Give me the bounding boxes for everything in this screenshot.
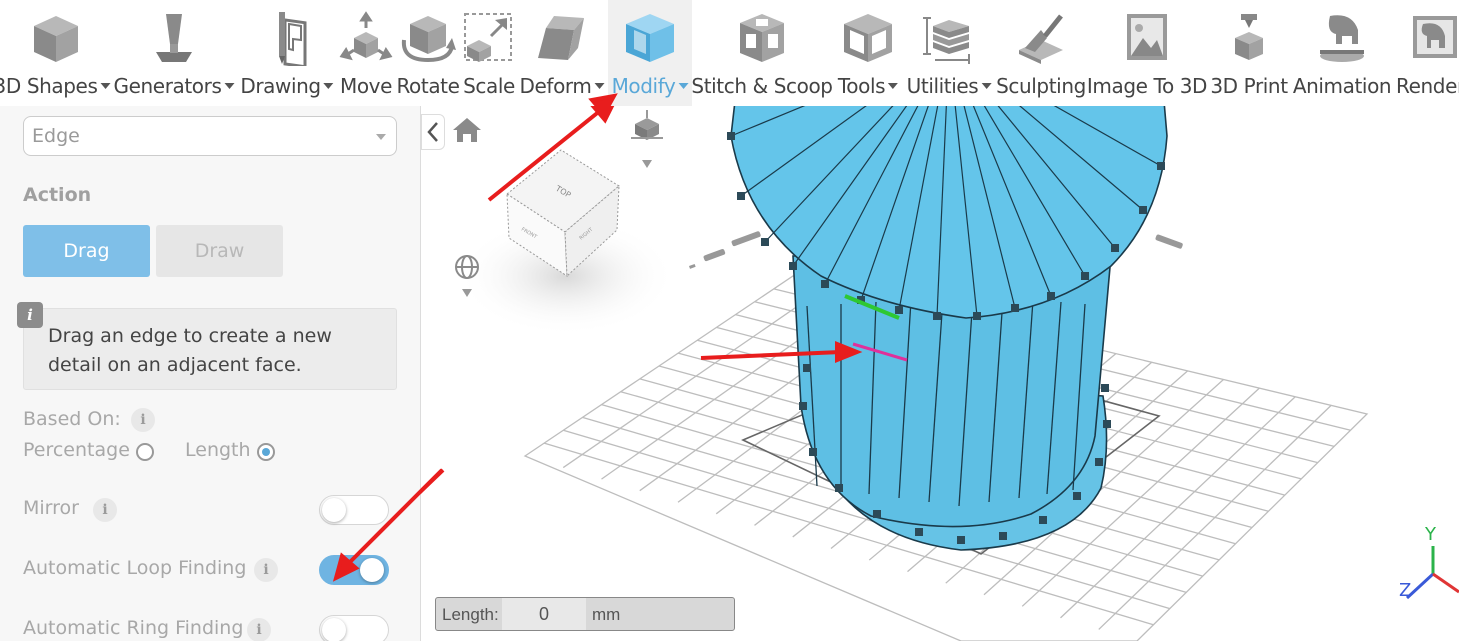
action-heading: Action: [23, 184, 92, 206]
render-icon: [1413, 16, 1457, 58]
based-on-label: Based On:: [23, 408, 121, 430]
selection-mode-select[interactable]: Edge: [23, 116, 397, 156]
tool-modify[interactable]: Modify: [608, 0, 692, 106]
info-text: Drag an edge to create a new detail on a…: [48, 325, 332, 376]
help-icon[interactable]: i: [254, 558, 278, 582]
tools-icon: [844, 14, 892, 62]
chevron-down-icon: [678, 82, 689, 89]
tool-label: 3D Print: [1210, 74, 1288, 98]
scale-icon: [464, 13, 512, 62]
chevron-left-icon: [427, 122, 438, 142]
drag-button[interactable]: Drag: [23, 225, 150, 277]
collapse-panel-button[interactable]: [421, 114, 445, 150]
rotate-icon: [401, 16, 456, 63]
mirror-toggle[interactable]: [319, 495, 389, 525]
percentage-label: Percentage: [23, 439, 130, 461]
tool-render[interactable]: Render: [1392, 0, 1459, 106]
draw-button[interactable]: Draw: [156, 225, 283, 277]
sculpting-icon: [1019, 14, 1063, 64]
deform-icon: [538, 16, 584, 60]
tool-image-to-3d[interactable]: Image To 3D: [1086, 0, 1208, 106]
tool-label: Animation: [1292, 74, 1392, 98]
modify-icon: [626, 14, 674, 62]
tool-label: Deform: [519, 74, 592, 98]
tool-3d-shapes[interactable]: 3D Shapes: [0, 0, 112, 106]
tool-label: 3D Shapes: [0, 74, 98, 98]
view-mode-icon[interactable]: [631, 110, 663, 168]
length-readout: Length: 0 mm: [435, 597, 735, 631]
length-readout-label: Length:: [442, 605, 499, 624]
length-unit: mm: [592, 605, 621, 624]
tool-animation[interactable]: Animation: [1292, 0, 1392, 106]
auto-loop-label: Automatic Loop Finding: [23, 557, 247, 579]
chevron-down-icon: [100, 82, 111, 89]
tool-label: Stitch & Scoop: [691, 74, 833, 98]
tool-label: Image To 3D: [1086, 74, 1208, 98]
tool-label: Utilities: [906, 74, 979, 98]
stitch-scoop-icon: [740, 14, 784, 62]
3d-viewport[interactable]: TOP FRONT RIGHT Y Z: [421, 106, 1459, 641]
tool-label: Move: [339, 74, 393, 98]
tool-generators[interactable]: Generators: [112, 0, 236, 106]
chevron-down-icon: [981, 82, 992, 89]
help-icon[interactable]: i: [247, 618, 271, 641]
tool-tools[interactable]: Tools: [832, 0, 904, 106]
tool-utilities[interactable]: Utilities: [904, 0, 994, 106]
chevron-down-icon: [376, 134, 386, 140]
3d-print-icon: [1235, 14, 1263, 60]
selection-mode-value: Edge: [32, 125, 80, 147]
auto-ring-label: Automatic Ring Finding: [23, 617, 244, 639]
chevron-down-icon: [224, 82, 235, 89]
tool-scale[interactable]: Scale: [462, 0, 516, 106]
tool-sculpting[interactable]: Sculpting: [994, 0, 1088, 106]
axis-z-label: Z: [1399, 580, 1411, 601]
length-radio[interactable]: [257, 443, 275, 461]
info-icon: i: [17, 302, 43, 328]
tool-label: Drawing: [240, 74, 321, 98]
chevron-down-icon: [594, 82, 605, 89]
axis-y-label: Y: [1424, 524, 1437, 545]
help-icon[interactable]: i: [93, 498, 117, 522]
tool-label: Tools: [837, 74, 886, 98]
auto-loop-toggle[interactable]: [319, 555, 389, 585]
drawing-icon: [279, 12, 307, 66]
toggle-knob: [360, 558, 384, 582]
home-icon[interactable]: [453, 118, 481, 142]
length-option-label: Length: [185, 439, 251, 461]
help-icon[interactable]: i: [131, 408, 155, 432]
auto-ring-toggle[interactable]: [319, 615, 389, 641]
mirror-label: Mirror: [23, 497, 79, 519]
tool-3d-print[interactable]: 3D Print: [1206, 0, 1292, 106]
toggle-knob: [322, 498, 346, 522]
tool-label: Rotate: [396, 74, 460, 98]
generator-icon: [156, 14, 192, 62]
axis-gizmo: Y Z: [1399, 524, 1459, 601]
3d-model[interactable]: [727, 106, 1168, 551]
image-to-3d-icon: [1127, 14, 1167, 60]
tool-rotate[interactable]: Rotate: [394, 0, 462, 106]
main-toolbar: 3D Shapes Generators Drawing Move Rotate…: [0, 0, 1459, 106]
modify-side-panel: Edge Action Drag Draw i Drag an edge to …: [0, 106, 421, 641]
tool-move[interactable]: Move: [338, 0, 394, 106]
tool-stitch-scoop[interactable]: Stitch & Scoop: [691, 0, 833, 106]
cube-icon: [34, 16, 78, 62]
utilities-icon: [923, 17, 970, 64]
chevron-down-icon: [323, 82, 334, 89]
length-input[interactable]: 0: [502, 598, 586, 630]
tool-drawing[interactable]: Drawing: [236, 0, 338, 106]
tool-label: Sculpting: [996, 74, 1086, 98]
toggle-knob: [322, 618, 346, 641]
percentage-radio[interactable]: [136, 443, 154, 461]
animation-icon: [1320, 15, 1364, 62]
chevron-down-icon: [888, 82, 899, 89]
tool-label: Scale: [463, 74, 515, 98]
move-icon: [339, 11, 393, 61]
tool-label: Generators: [113, 74, 222, 98]
tool-deform[interactable]: Deform: [516, 0, 608, 106]
tool-label: Render: [1396, 74, 1459, 98]
tool-label: Modify: [611, 74, 676, 98]
